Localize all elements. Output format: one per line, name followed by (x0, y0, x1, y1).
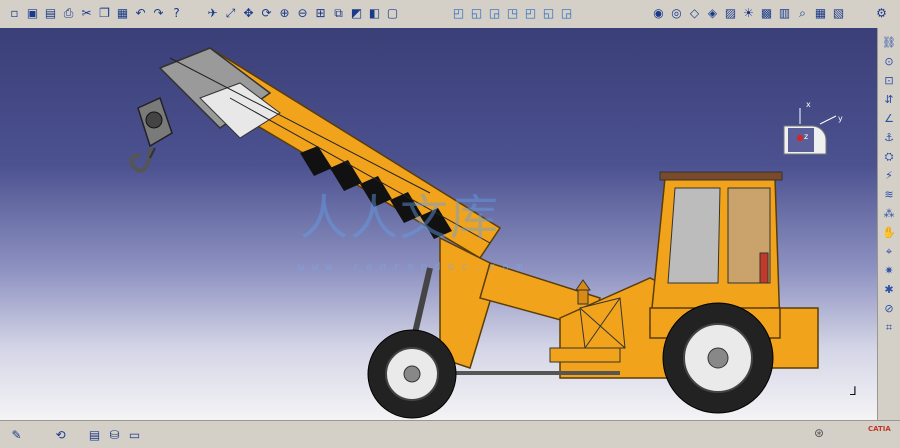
normal-view-icon[interactable]: ⊞ (312, 4, 329, 22)
3d-viewport[interactable]: 人人文库 www.renrendoc.com x y z ⅃ (0, 28, 878, 420)
offset-icon[interactable]: ⇵ (880, 91, 898, 108)
cut-icon[interactable]: ✂ (78, 4, 95, 22)
multi-view-icon[interactable]: ⧉ (330, 4, 347, 22)
compass-y-label: y (838, 114, 843, 123)
front-wheel[interactable] (367, 329, 457, 419)
contact-icon[interactable]: ⊡ (880, 72, 898, 89)
compass[interactable]: x y z (782, 100, 843, 168)
hide-show-icon[interactable]: ◧ (366, 4, 383, 22)
quick-constraint-icon[interactable]: ⚡ (880, 167, 898, 184)
flexible-icon[interactable]: ≋ (880, 186, 898, 203)
save-icon[interactable]: ▤ (42, 4, 59, 22)
hidden-lines-icon[interactable]: ◈ (704, 4, 721, 22)
catalog-icon[interactable]: ▤ (86, 426, 103, 444)
shading-icon[interactable]: ◉ (650, 4, 667, 22)
ground-icon[interactable]: ▥ (776, 4, 793, 22)
new-icon[interactable]: ▫ (6, 4, 23, 22)
top-toolbar: ▫ ▣ ▤ ⎙ ✂ ❐ ▦ ↶ ↷ ? ✈ ⤢ ✥ ⟳ ⊕ ⊖ ⊞ ⧉ ◩ ◧ … (0, 0, 900, 29)
compass-z-label: z (804, 132, 809, 141)
bottom-view-icon[interactable]: ◲ (558, 4, 575, 22)
whats-this-icon[interactable]: ? (168, 4, 185, 22)
properties-icon[interactable]: ▭ (126, 426, 143, 444)
measure-icon[interactable]: ⌗ (880, 319, 898, 336)
mesh-icon[interactable]: ▧ (830, 4, 847, 22)
undo-icon[interactable]: ↶ (132, 4, 149, 22)
fix-together-icon[interactable]: ⛭ (880, 148, 898, 165)
snap-icon[interactable]: ⌖ (880, 243, 898, 260)
power-input-icon[interactable]: ⊛ (814, 426, 824, 440)
zoom-in-icon[interactable]: ⊕ (276, 4, 293, 22)
render-toolbar: ◉ ◎ ◇ ◈ ▨ ☀ ▩ ▥ ⌕ ▦ ▧ (650, 4, 847, 24)
shading-edges-icon[interactable]: ◎ (668, 4, 685, 22)
lighting-icon[interactable]: ☀ (740, 4, 757, 22)
back-view-icon[interactable]: ◲ (486, 4, 503, 22)
rear-wheel[interactable] (662, 302, 774, 414)
reuse-pattern-icon[interactable]: ⁂ (880, 205, 898, 222)
material-icon[interactable]: ▨ (722, 4, 739, 22)
fit-all-icon[interactable]: ⤢ (222, 4, 239, 22)
view-mode-toolbar: ◰ ◱ ◲ ◳ ◰ ◱ ◲ (450, 4, 575, 24)
paste-icon[interactable]: ▦ (114, 4, 131, 22)
rotate-icon[interactable]: ⟳ (258, 4, 275, 22)
file-toolbar: ▫ ▣ ▤ ⎙ ✂ ❐ ▦ ↶ ↷ ? (6, 4, 185, 24)
sketch-icon[interactable]: ✎ (8, 426, 25, 444)
watermark-logo: 人人文库 (300, 190, 501, 246)
axis-triad-icon: ⅃ (850, 384, 857, 398)
pan-icon[interactable]: ✥ (240, 4, 257, 22)
bottom-tools: ✎ ⟲ ▤ ⛁ ▭ (8, 426, 143, 444)
quick-view-icon[interactable]: ◩ (348, 4, 365, 22)
magnifier-icon[interactable]: ⌕ (794, 4, 811, 22)
angle-icon[interactable]: ∠ (880, 110, 898, 127)
zoom-out-icon[interactable]: ⊖ (294, 4, 311, 22)
watermark-url: www.renrendoc.com (298, 260, 530, 273)
fly-icon[interactable]: ✈ (204, 4, 221, 22)
view-toolbar: ✈ ⤢ ✥ ⟳ ⊕ ⊖ ⊞ ⧉ ◩ ◧ ▢ (204, 4, 401, 24)
assembly-constraint-icon[interactable]: ⛓ (880, 34, 898, 51)
wireframe-icon[interactable]: ◇ (686, 4, 703, 22)
analysis-icon[interactable]: ⛁ (106, 426, 123, 444)
depth-effect-icon[interactable]: ▩ (758, 4, 775, 22)
explode-icon[interactable]: ✷ (880, 262, 898, 279)
catia-logo: CATIA (868, 425, 891, 433)
left-view-icon[interactable]: ◳ (504, 4, 521, 22)
clash-icon[interactable]: ✱ (880, 281, 898, 298)
section-icon[interactable]: ⊘ (880, 300, 898, 317)
print-icon[interactable]: ⎙ (60, 4, 77, 22)
manipulate-icon[interactable]: ✋ (880, 224, 898, 241)
compass-x-label: x (806, 100, 811, 109)
open-icon[interactable]: ▣ (24, 4, 41, 22)
settings-icon[interactable]: ⚙ (873, 4, 890, 22)
front-view-icon[interactable]: ◱ (468, 4, 485, 22)
top-view-icon[interactable]: ◱ (540, 4, 557, 22)
copy-icon[interactable]: ❐ (96, 4, 113, 22)
right-view-icon[interactable]: ◰ (522, 4, 539, 22)
misc-toolbar: ⚙ (873, 4, 890, 24)
fix-icon[interactable]: ⚓ (880, 129, 898, 146)
bottom-toolbar: ✎ ⟲ ▤ ⛁ ▭ ⊛ CATIA (0, 420, 900, 448)
redo-icon[interactable]: ↷ (150, 4, 167, 22)
iso-view-icon[interactable]: ◰ (450, 4, 467, 22)
part-design-icon[interactable]: ⟲ (52, 426, 69, 444)
right-toolbar: ⛓ ⊙ ⊡ ⇵ ∠ ⚓ ⛭ ⚡ ≋ ⁂ ✋ ⌖ ✷ ✱ ⊘ ⌗ (877, 28, 900, 420)
crane-hook[interactable] (129, 96, 173, 173)
coincidence-icon[interactable]: ⊙ (880, 53, 898, 70)
grid-icon[interactable]: ▦ (812, 4, 829, 22)
swap-visible-icon[interactable]: ▢ (384, 4, 401, 22)
